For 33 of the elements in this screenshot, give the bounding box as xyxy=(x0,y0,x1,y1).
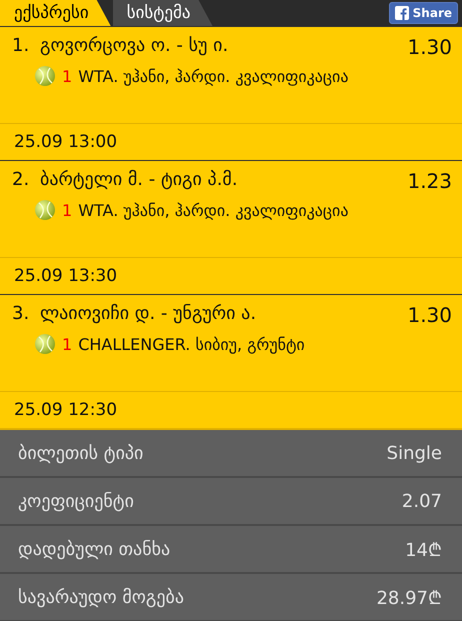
match-datetime: 25.09 13:00 xyxy=(14,132,118,152)
summary-value: 2.07 xyxy=(402,490,442,512)
tennis-ball-icon xyxy=(34,199,56,221)
match-name: ბარტელი მ. - ტიგი პ.მ. xyxy=(40,169,239,192)
bet-number: 2. xyxy=(12,169,30,192)
match-name: გოვორცოვა ო. - სუ ი. xyxy=(40,35,230,58)
odds: 1.30 xyxy=(407,303,452,327)
league-name: CHALLENGER. სიბიუ, გრუნტი xyxy=(78,334,305,354)
match-datetime: 25.09 12:30 xyxy=(14,400,118,420)
summary-label: დადებული თანხა xyxy=(18,538,170,560)
bet-number: 1. xyxy=(12,35,30,58)
bet-number: 3. xyxy=(12,303,30,326)
league-name: WTA. უჰანი, ჰარდი. კვალიფიკაცია xyxy=(78,66,348,86)
league-name: WTA. უჰანი, ჰარდი. კვალიფიკაცია xyxy=(78,200,348,220)
match-datetime: 25.09 13:30 xyxy=(14,266,118,286)
match-name: ლაიოვიჩი დ. - უნგური ა. xyxy=(40,303,258,326)
share-button[interactable]: Share xyxy=(388,2,458,24)
odds: 1.23 xyxy=(407,169,452,193)
summary-value: 14₾ xyxy=(405,539,442,561)
tennis-ball-icon xyxy=(34,65,56,87)
pick: 1 xyxy=(62,334,72,354)
tennis-ball-icon xyxy=(34,333,56,355)
summary-value: Single xyxy=(386,442,442,464)
tab[interactable]: ექსპრესი xyxy=(0,0,111,26)
tab[interactable]: სისტემა xyxy=(112,0,213,26)
odds: 1.30 xyxy=(407,35,452,59)
summary-label: სავარაუდო მოგება xyxy=(18,586,184,608)
summary-value: 28.97₾ xyxy=(376,587,442,609)
summary-label: კოეფიციენტი xyxy=(18,490,134,512)
facebook-logo-icon xyxy=(394,6,409,20)
pick: 1 xyxy=(62,66,72,86)
summary-label: ბილეთის ტიპი xyxy=(18,442,144,464)
pick: 1 xyxy=(62,200,72,220)
